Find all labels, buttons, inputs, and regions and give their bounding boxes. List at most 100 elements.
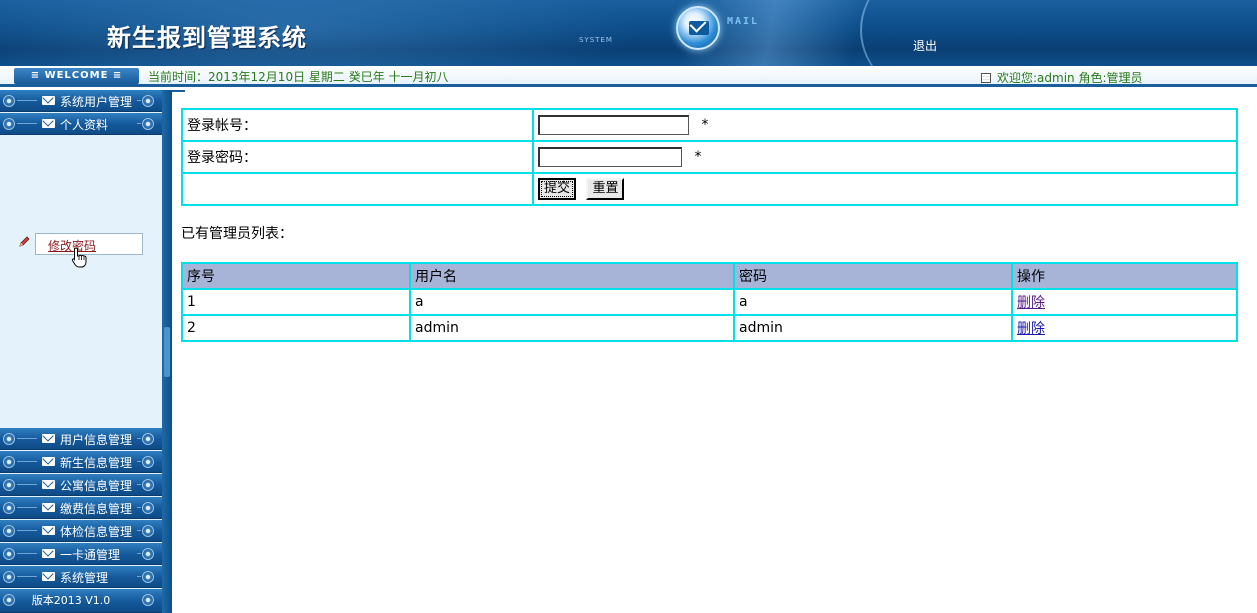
bullet-icon [3,571,15,583]
sidebar-item-user-info[interactable]: 用户信息管理 [0,428,162,450]
bullet-icon [142,594,154,606]
app-header: 新生报到管理系统 SYSTEM MAIL 退出 [0,0,1257,66]
bullet-icon [142,548,154,560]
document-icon [981,73,991,83]
admin-table: 序号 用户名 密码 操作 1 a a 删除 2 admin admin 删除 [181,262,1238,342]
reset-button[interactable]: 重置 [586,178,625,200]
envelope-icon [42,549,55,558]
envelope-icon [42,434,55,443]
submit-button[interactable]: 提交 [538,178,577,200]
envelope-icon [42,526,55,535]
table-row: 1 a a 删除 [181,288,1238,316]
splitter-grip[interactable] [164,327,170,377]
mail-text: MAIL [727,16,760,27]
envelope-icon [42,119,55,128]
buttons-cell: 提交 重置 [532,172,1238,206]
sidebar-item-label: 缴费信息管理 [60,502,133,516]
required-mark: * [701,117,709,133]
admin-list-heading: 已有管理员列表： [181,226,293,242]
bullet-icon [3,548,15,560]
sidebar-item-label: 新生信息管理 [60,456,133,470]
required-mark: * [694,149,702,165]
delete-link[interactable]: 删除 [1017,295,1045,311]
sidebar-item-student-info[interactable]: 新生信息管理 [0,451,162,473]
account-input[interactable] [538,115,689,135]
cell-password: admin [733,314,1013,342]
password-label: 登录密码： [181,140,534,174]
bullet-icon [3,479,15,491]
cell-username: admin [409,314,735,342]
version-label: 版本2013 V1.0 [31,594,111,607]
user-info-text: 欢迎您:admin 角色:管理员 [997,71,1143,85]
sidebar-item-label: 公寓信息管理 [60,479,133,493]
status-bar: ≡ WELCOME ≡ 当前时间：2013年12月10日 星期二 癸巳年 十一月… [0,66,1257,87]
password-input[interactable] [538,147,682,167]
pencil-icon [19,236,30,247]
column-header-password: 密码 [733,262,1013,290]
bullet-icon [142,433,154,445]
bullet-icon [142,118,154,130]
sidebar-item-health-check-info[interactable]: 体检信息管理 [0,520,162,542]
bullet-icon [142,571,154,583]
cell-username: a [409,288,735,316]
sidebar-item-payment-info[interactable]: 缴费信息管理 [0,497,162,519]
sidebar: 系统用户管理 个人资料 修改密码 用户信息管理 新生信息管理 公寓信息管理 缴费… [0,90,162,613]
delete-link[interactable]: 删除 [1017,321,1045,337]
bullet-icon [142,456,154,468]
cell-index: 1 [181,288,411,316]
bullet-icon [142,479,154,491]
column-header-index: 序号 [181,262,411,290]
envelope-icon [42,96,55,105]
envelope-icon [42,503,55,512]
column-header-username: 用户名 [409,262,735,290]
sidebar-item-label: 个人资料 [60,118,109,132]
bullet-icon [3,95,15,107]
sidebar-item-system-management[interactable]: 系统管理 [0,566,162,588]
bullet-icon [142,95,154,107]
envelope-icon [42,457,55,466]
sidebar-item-label: 一卡通管理 [60,548,121,562]
sidebar-item-label: 体检信息管理 [60,525,133,539]
cell-action: 删除 [1011,314,1238,342]
header-decoration [860,0,1020,66]
mail-icon [676,6,720,50]
account-cell: * [532,108,1238,142]
header-decoration [0,0,640,66]
bullet-icon [3,525,15,537]
cell-index: 2 [181,314,411,342]
bullet-icon [142,502,154,514]
bullet-icon [3,433,15,445]
bullet-icon [142,525,154,537]
table-header-row: 序号 用户名 密码 操作 [181,262,1238,290]
hand-pointer-icon [71,247,87,268]
user-info: 欢迎您:admin 角色:管理员 [981,69,1143,86]
sidebar-splitter[interactable] [162,90,172,613]
bullet-icon [3,456,15,468]
sidebar-item-dormitory-info[interactable]: 公寓信息管理 [0,474,162,496]
table-row: 2 admin admin 删除 [181,314,1238,342]
logout-link[interactable]: 退出 [913,37,937,54]
sidebar-item-system-users[interactable]: 系统用户管理 [0,90,162,112]
app-title: 新生报到管理系统 [107,23,307,52]
cell-password: a [733,288,1013,316]
envelope-icon [42,480,55,489]
cell-action: 删除 [1011,288,1238,316]
current-time: 当前时间：2013年12月10日 星期二 癸巳年 十一月初八 [148,70,449,84]
bullet-icon [3,502,15,514]
sidebar-item-label: 系统用户管理 [60,95,133,109]
sidebar-item-personal-profile[interactable]: 个人资料 [0,113,162,135]
password-cell: * [532,140,1238,174]
main-content: 登录帐号： * 登录密码： * 提交 重置 已有管理员列表： 序号 用户名 密码… [172,90,1257,613]
sidebar-item-label: 系统管理 [60,571,109,585]
password-form: 登录帐号： * 登录密码： * 提交 重置 [181,108,1238,206]
bullet-icon [3,118,15,130]
empty-cell [181,172,534,206]
system-text: SYSTEM [579,36,613,44]
sidebar-item-campus-card[interactable]: 一卡通管理 [0,543,162,565]
welcome-badge: ≡ WELCOME ≡ [14,68,139,84]
sidebar-version: 版本2013 V1.0 [0,589,162,613]
sidebar-item-label: 用户信息管理 [60,433,133,447]
envelope-icon [42,572,55,581]
column-header-action: 操作 [1011,262,1238,290]
account-label: 登录帐号： [181,108,534,142]
